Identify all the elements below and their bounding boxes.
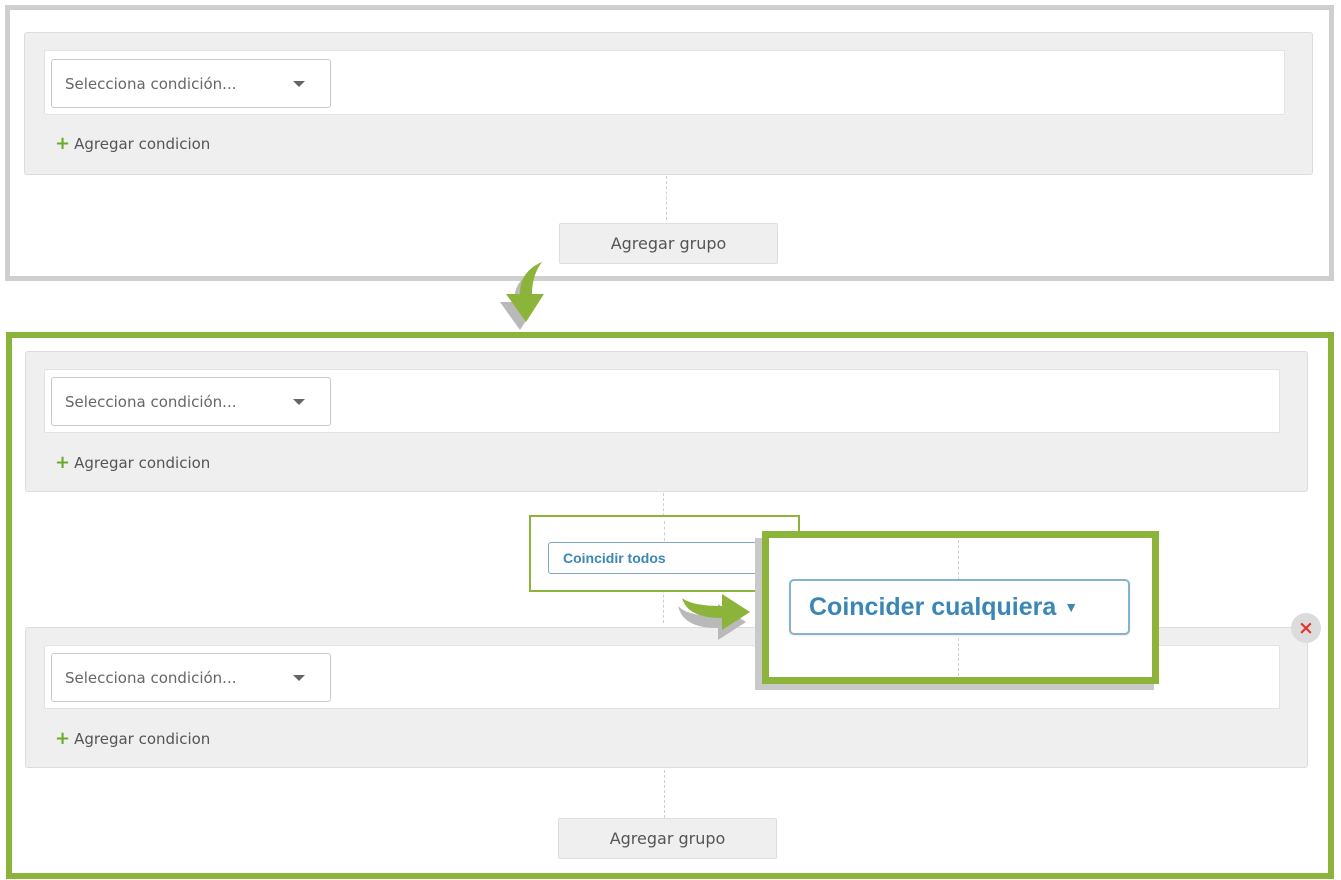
arrow-down-icon	[500, 262, 544, 330]
plus-icon: +	[55, 133, 71, 154]
chevron-down-icon	[293, 674, 305, 681]
close-icon: ×	[1298, 617, 1314, 639]
connector-line	[664, 770, 665, 818]
match-any-select-value: Coincider cualquiera	[809, 592, 1057, 621]
condition-select-placeholder: Selecciona condición...	[65, 74, 237, 93]
add-condition-label: Agregar condicion	[74, 454, 211, 472]
condition-select-placeholder: Selecciona condición...	[65, 392, 237, 411]
connector-line	[958, 540, 959, 580]
add-condition-link[interactable]: + Agregar condicion	[55, 133, 210, 155]
condition-select[interactable]: Selecciona condición...	[51, 653, 331, 702]
connector-line	[958, 638, 959, 676]
condition-select[interactable]: Selecciona condición...	[51, 59, 331, 108]
add-condition-label: Agregar condicion	[74, 730, 211, 748]
plus-icon: +	[55, 452, 71, 473]
add-group-button[interactable]: Agregar grupo	[559, 223, 778, 264]
match-zoom-callout: Coincider cualquiera ▼	[762, 531, 1159, 684]
add-condition-link[interactable]: + Agregar condicion	[55, 728, 210, 750]
add-condition-label: Agregar condicion	[74, 135, 211, 153]
connector-line	[666, 176, 667, 220]
connector-line	[664, 521, 665, 541]
condition-select[interactable]: Selecciona condición...	[51, 377, 331, 426]
add-group-button[interactable]: Agregar grupo	[558, 818, 777, 859]
match-all-select[interactable]: Coincidir todos	[548, 542, 768, 574]
match-any-select[interactable]: Coincider cualquiera ▼	[789, 579, 1130, 635]
condition-select-placeholder: Selecciona condición...	[65, 668, 237, 687]
remove-group-button[interactable]: ×	[1291, 613, 1321, 643]
match-all-select-value: Coincidir todos	[563, 550, 666, 566]
add-condition-link[interactable]: + Agregar condicion	[55, 452, 210, 474]
chevron-down-icon	[293, 80, 305, 87]
arrow-right-icon	[678, 594, 750, 640]
chevron-down-icon: ▼	[1064, 599, 1079, 615]
plus-icon: +	[55, 728, 71, 749]
chevron-down-icon	[293, 398, 305, 405]
